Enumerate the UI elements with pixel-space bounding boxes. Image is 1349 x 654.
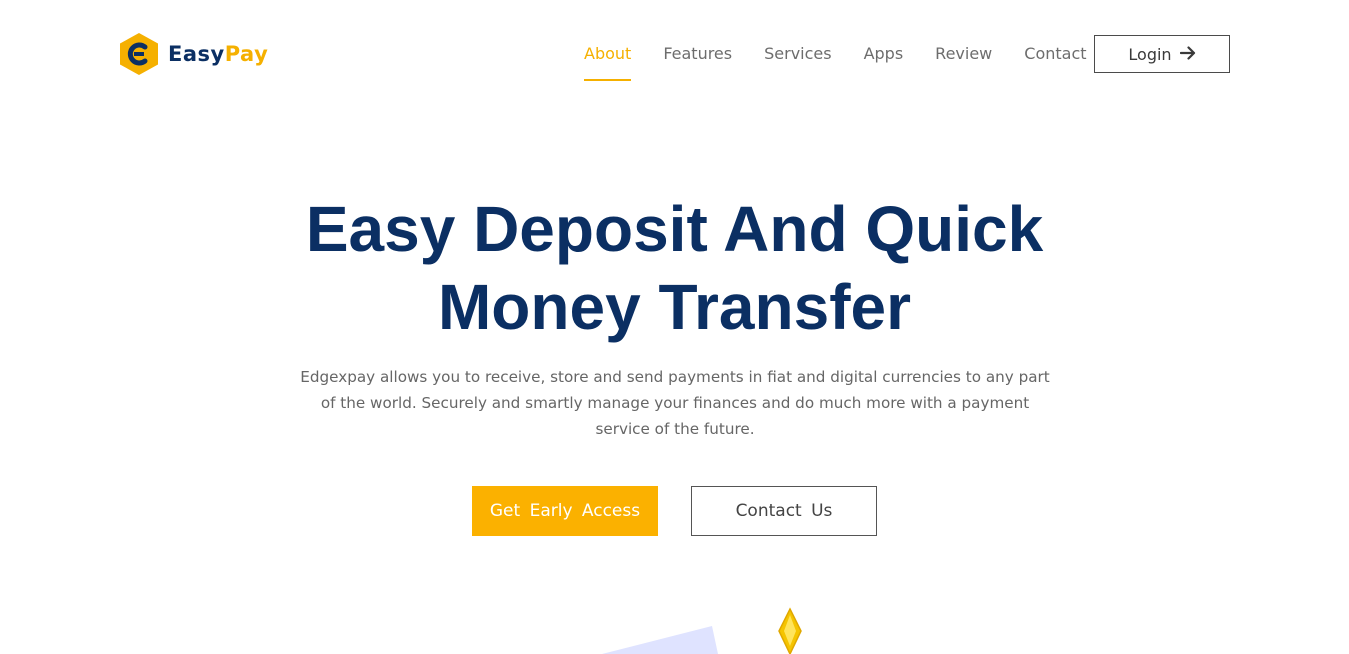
nav-item-review[interactable]: Review	[935, 35, 992, 73]
contact-us-button[interactable]: Contact Us	[691, 486, 877, 536]
hero-title-line2: Money Transfer	[437, 271, 912, 343]
get-early-access-button[interactable]: Get Early Access	[472, 486, 658, 536]
nav-item-about[interactable]: About	[584, 35, 632, 81]
hero-description: Edgexpay allows you to receive, store an…	[300, 368, 1050, 438]
nav-item-features[interactable]: Features	[663, 35, 732, 73]
hero-title: Easy Deposit And Quick Money Transfer	[0, 190, 1349, 346]
arrow-right-icon	[1179, 45, 1196, 64]
logo-hexagon-icon	[120, 33, 158, 75]
nav-item-services[interactable]: Services	[764, 35, 831, 73]
hero-title-line1: Easy Deposit And Quick	[305, 193, 1044, 265]
nav-item-apps[interactable]: Apps	[864, 35, 904, 73]
landing-page: EasyPay About Features Services Apps Rev…	[0, 0, 1349, 654]
login-button[interactable]: Login	[1094, 35, 1230, 73]
brand-name: EasyPay	[168, 41, 269, 66]
brand-name-part2: Pay	[224, 41, 269, 66]
hero-illustration	[602, 607, 802, 654]
login-button-label: Login	[1128, 44, 1172, 64]
main-nav: About Features Services Apps Review Cont…	[584, 35, 1119, 81]
nav-item-contact[interactable]: Contact	[1024, 35, 1086, 73]
logo[interactable]: EasyPay	[119, 33, 268, 75]
brand-name-part1: Easy	[168, 41, 225, 66]
